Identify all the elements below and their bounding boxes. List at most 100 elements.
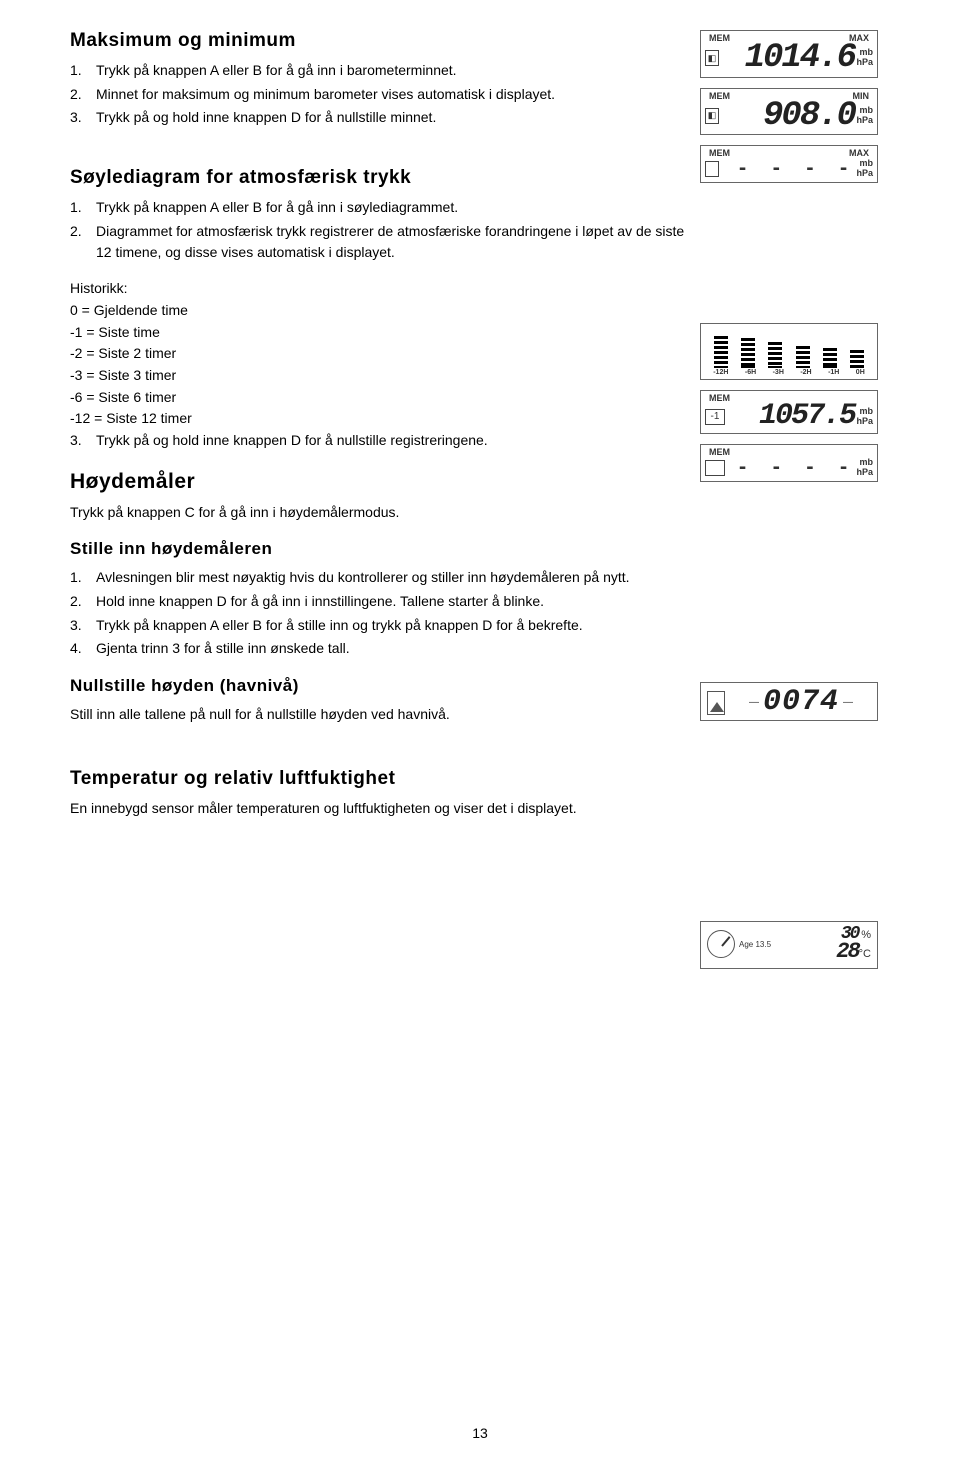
history-line: -2 = Siste 2 timer [70,343,690,365]
lcd-mem-max: MEMMAX ◧ 1014.6 mbhPa [700,30,878,78]
age-label: Age [739,940,753,949]
list-text: Trykk på knappen A eller B for å gå inn … [96,199,458,215]
list-item: 1. Avlesningen blir mest nøyaktig hvis du… [70,567,690,589]
lcd-label-mem: MEM [709,33,730,43]
lcd-temp-humidity: Age 13.5 30 % 28°C [700,921,878,969]
list-text: Trykk på knappen A eller B for å stille … [96,617,583,633]
lcd-label-max: MAX [849,148,869,158]
unit-hpa: hPa [856,57,873,67]
list-item: 3. Trykk på knappen A eller B for å stil… [70,615,690,637]
list-text: Diagrammet for atmosfærisk trykk registr… [96,223,684,261]
history-index-box [705,460,725,476]
heading-altimeter: Høydemåler [70,470,690,494]
unit-mb: mb [860,158,874,168]
age-value: 13.5 [755,940,771,949]
bar [823,348,837,368]
list-text: Trykk på og hold inne knappen D for å nu… [96,109,436,125]
list-text: Avlesningen blir mest nøyaktig hvis du k… [96,569,630,585]
list-item: 2. Minnet for maksimum og minimum baromet… [70,84,690,106]
list-item: 3. Trykk på og hold inne knappen D for å … [70,430,690,452]
history-index-box: -1 [705,409,725,425]
list-item: 1. Trykk på knappen A eller B for å gå in… [70,197,690,219]
list-number: 3. [70,107,82,129]
list-set-altimeter: 1. Avlesningen blir mest nøyaktig hvis du… [70,567,690,660]
list-max-min: 1.Trykk på knappen A eller B for å gå in… [70,60,690,129]
list-number: 3. [70,615,82,637]
list-item: 2.Diagrammet for atmosfærisk trykk regis… [70,221,690,264]
bar [714,336,728,368]
heading-set-altimeter: Stille inn høydemåleren [70,539,690,559]
lcd-label-mem: MEM [709,447,730,457]
list-item: 1.Trykk på knappen A eller B for å gå in… [70,60,690,82]
lcd-value: 1057.5 [729,403,855,430]
list-number: 1. [70,197,82,219]
bar-label: -1H [828,369,839,376]
unit-mb: mb [860,457,874,467]
bar [741,338,755,368]
list-item: 4. Gjenta trinn 3 for å stille inn ønsked… [70,638,690,660]
gauge-icon [707,930,735,958]
lcd-value-dashes: - - - - [729,457,855,478]
humidity-unit: % [861,929,871,941]
bar-label: -6H [745,369,756,376]
list-text: Minnet for maksimum og minimum barometer… [96,86,555,102]
history-line: -1 = Siste time [70,322,690,344]
unit-hpa: hPa [856,115,873,125]
list-item: 2. Hold inne knappen D for å gå inn i inn… [70,591,690,613]
lcd-label-mem: MEM [709,91,730,101]
unit-hpa: hPa [856,467,873,477]
barometer-icon: ◧ [705,108,719,124]
lcd-value-dashes: - - - - [723,158,855,179]
lcd-bar-chart: -12H -6H -3H -2H -1H 0H [700,323,878,380]
lcd-altitude-value: 0074 [763,689,839,716]
lcd-value: 1014.6 [723,43,855,74]
history-line: -6 = Siste 6 timer [70,387,690,409]
lcd-mem-max-empty: MEM MAX - - - - mbhPa [700,145,878,183]
history-line: -3 = Siste 3 timer [70,365,690,387]
heading-max-min: Maksimum og minimum [70,30,690,52]
history-line: -12 = Siste 12 timer [70,408,690,430]
list-text: Hold inne knappen D for å gå inn i innst… [96,593,544,609]
history-title: Historikk: [70,278,690,300]
bar [796,346,810,368]
page-number: 13 [0,1425,960,1441]
lcd-label-mem: MEM [709,148,730,158]
list-item: 3. Trykk på og hold inne knappen D for å … [70,107,690,129]
lcd-altitude: — 0074 — [700,682,878,721]
history-block: Historikk: 0 = Gjeldende time -1 = Siste… [70,278,690,430]
temp-humidity-text: En innebygd sensor måler temperaturen og… [70,798,690,820]
list-number: 4. [70,638,82,660]
temp-value: 28 [836,939,858,964]
list-text: Gjenta trinn 3 for å stille inn ønskede … [96,640,350,656]
list-number: 2. [70,591,82,613]
bar-label: 0H [856,369,865,376]
lcd-value: 908.0 [723,101,855,132]
heading-bar-diagram: Søylediagram for atmosfærisk trykk [70,167,690,189]
dash-icon: — [843,697,853,708]
lcd-mem-history: MEM -1 1057.5 mbhPa [700,390,878,434]
lcd-mem-min: MEMMIN ◧ 908.0 mbhPa [700,88,878,136]
list-number: 1. [70,60,82,82]
list-bar-diagram: 1. Trykk på knappen A eller B for å gå in… [70,197,690,264]
lcd-label-mem: MEM [709,393,730,403]
list-number: 2. [70,84,82,106]
list-number: 1. [70,567,82,589]
barometer-icon: ◧ [705,50,719,66]
lcd-mem-empty: MEM - - - - mbhPa [700,444,878,482]
unit-mb: mb [860,406,874,416]
bar-label: -12H [713,369,728,376]
temp-unit: °C [859,948,871,960]
list-text: Trykk på og hold inne knappen D for å nu… [96,432,488,448]
bar-label: -2H [800,369,811,376]
mountain-icon [707,691,725,715]
bar [850,350,864,368]
heading-reset-altitude: Nullstille høyden (havnivå) [70,676,690,696]
history-line: 0 = Gjeldende time [70,300,690,322]
reset-altitude-text: Still inn alle tallene på null for å nul… [70,704,690,726]
unit-hpa: hPa [856,416,873,426]
unit-hpa: hPa [856,168,873,178]
list-number: 3. [70,430,82,452]
list-bar-diagram-3: 3. Trykk på og hold inne knappen D for å … [70,430,690,452]
heading-temp-humidity: Temperatur og relativ luftfuktighet [70,768,690,790]
altimeter-intro: Trykk på knappen C for å gå inn i høydem… [70,502,690,524]
